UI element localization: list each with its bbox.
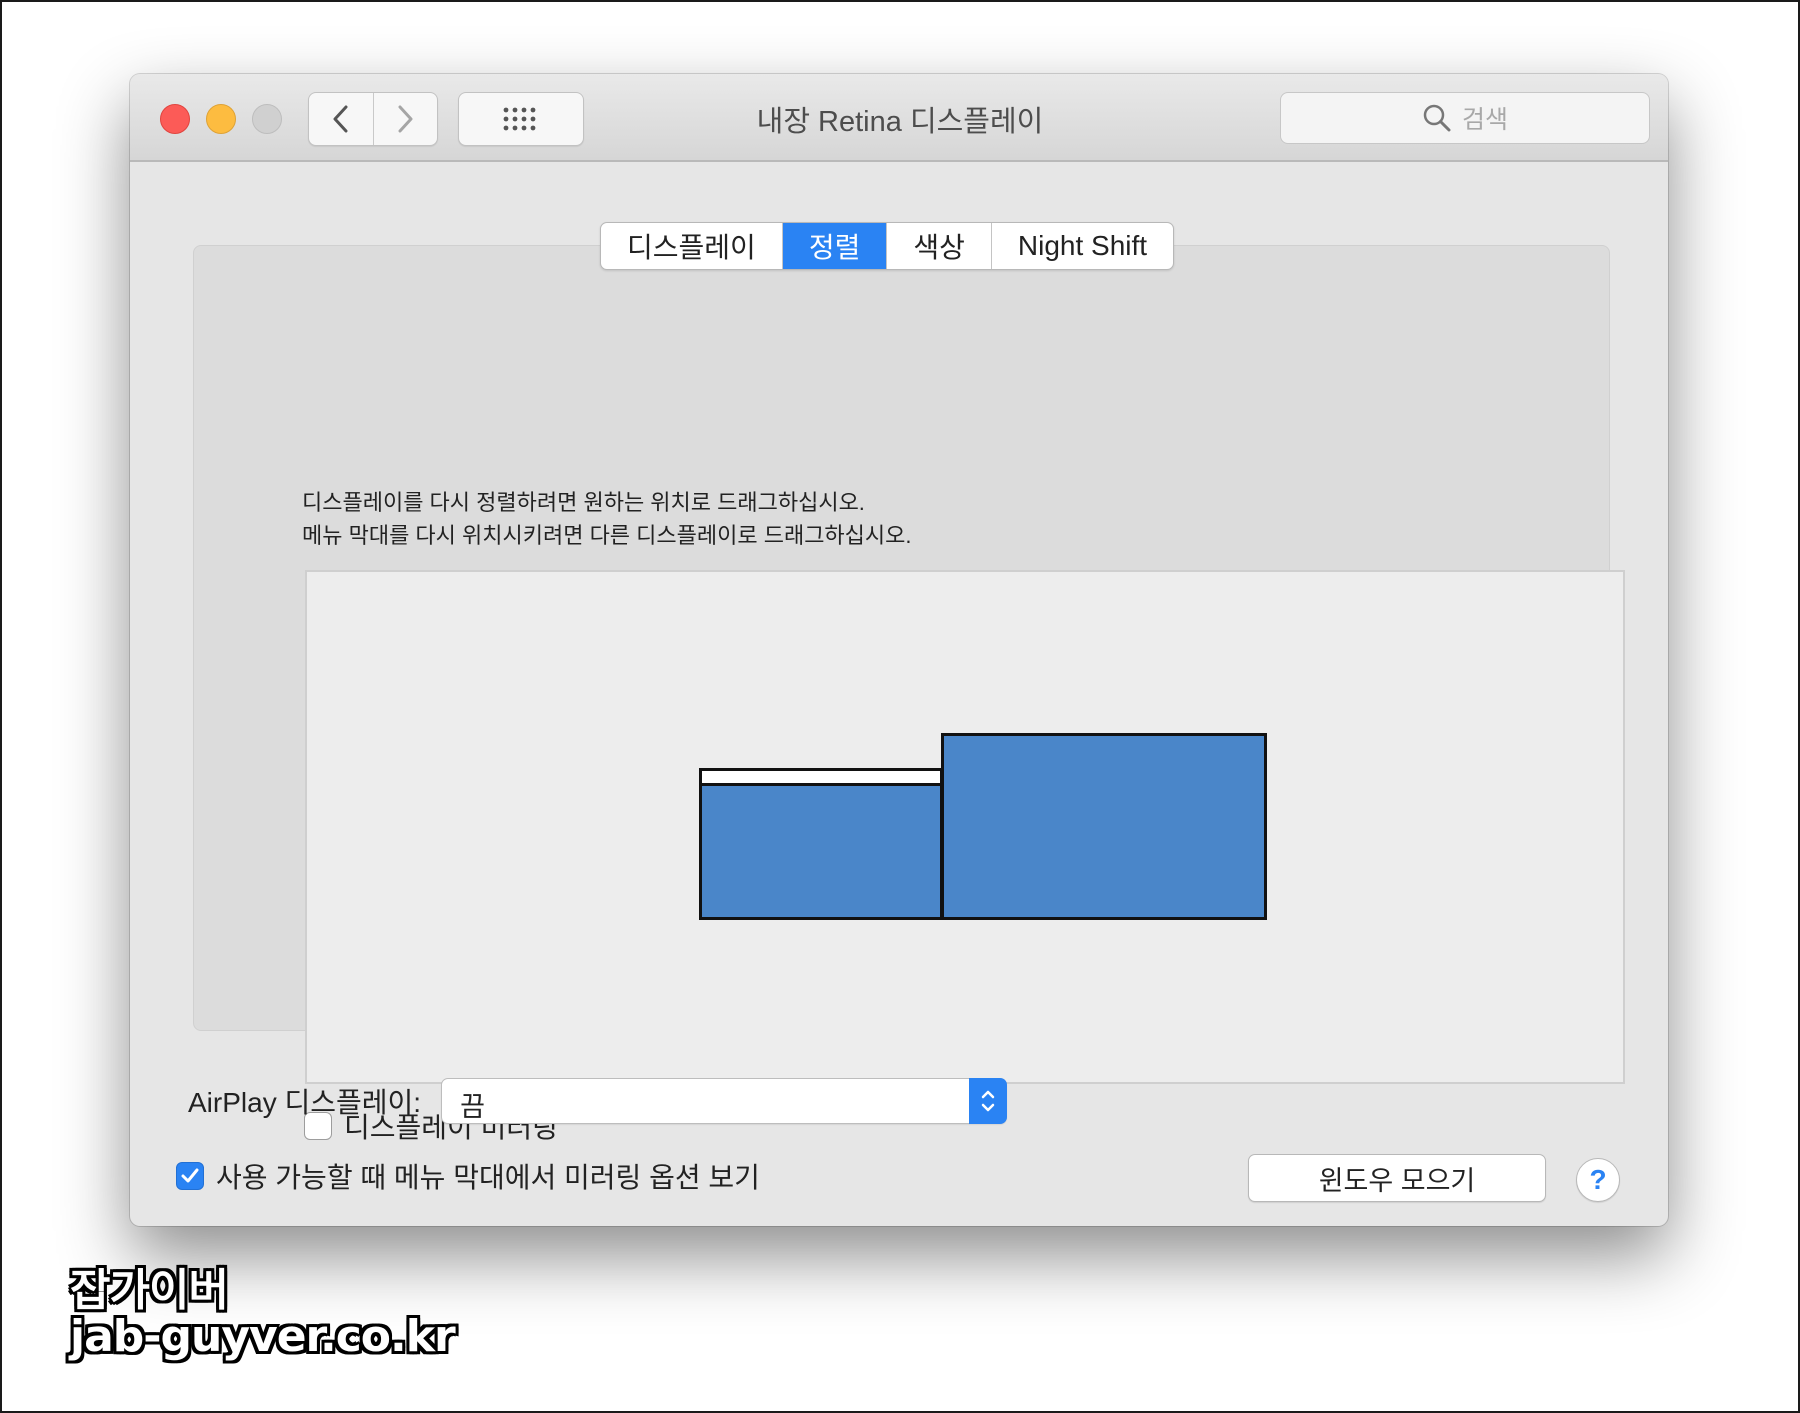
navigation-buttons — [308, 92, 438, 146]
arrangement-instructions: 디스플레이를 다시 정렬하려면 원하는 위치로 드래그하십시오. 메뉴 막대를 … — [302, 486, 912, 552]
display-external[interactable] — [941, 733, 1267, 920]
menu-bar-mirroring-label: 사용 가능할 때 메뉴 막대에서 미러링 옵션 보기 — [216, 1162, 760, 1193]
checkmark-icon — [181, 1168, 199, 1183]
watermark-url: jab-guyver.co.kr — [70, 1311, 456, 1363]
menu-bar-mirroring-option: 사용 가능할 때 메뉴 막대에서 미러링 옵션 보기 — [176, 1156, 760, 1196]
search-field[interactable]: 검색 — [1280, 92, 1650, 144]
system-preferences-window: 내장 Retina 디스플레이 검색 디스플레이를 다시 정렬하려면 원하는 위… — [130, 74, 1668, 1226]
chevron-left-icon — [333, 105, 348, 133]
watermark: 잡가이버 jab-guyver.co.kr — [70, 1265, 456, 1363]
select-stepper[interactable] — [969, 1078, 1008, 1124]
tab-arrangement[interactable]: 정렬 — [781, 223, 887, 269]
airplay-row: AirPlay 디스플레이: 끔 — [188, 1078, 1008, 1124]
tab-color[interactable]: 색상 — [886, 223, 991, 269]
chevron-right-icon — [398, 105, 413, 133]
forward-button[interactable] — [372, 93, 438, 145]
watermark-name: 잡가이버 — [70, 1265, 229, 1316]
tab-bar: 디스플레이 정렬 색상 Night Shift — [600, 222, 1175, 270]
up-down-chevron-icon — [981, 1090, 995, 1112]
airplay-select[interactable]: 끔 — [441, 1078, 1008, 1124]
menu-bar-indicator[interactable] — [702, 771, 940, 786]
display-builtin[interactable] — [699, 768, 943, 920]
show-all-button[interactable] — [458, 92, 584, 146]
window-title: 내장 Retina 디스플레이 — [756, 106, 1044, 138]
instruction-line-1: 디스플레이를 다시 정렬하려면 원하는 위치로 드래그하십시오. — [302, 490, 865, 515]
airplay-value: 끔 — [460, 1092, 485, 1122]
zoom-button — [252, 104, 282, 134]
search-placeholder: 검색 — [1461, 106, 1508, 134]
minimize-button[interactable] — [206, 104, 236, 134]
menu-bar-mirroring-checkbox[interactable] — [176, 1162, 204, 1190]
help-button[interactable]: ? — [1576, 1158, 1620, 1202]
grid-icon — [503, 107, 536, 131]
airplay-label: AirPlay 디스플레이: — [188, 1087, 422, 1118]
close-button[interactable] — [160, 104, 190, 134]
display-arrangement-area — [305, 570, 1625, 1084]
instruction-line-2: 메뉴 막대를 다시 위치시키려면 다른 디스플레이로 드래그하십시오. — [302, 523, 912, 548]
tab-content-panel: 디스플레이를 다시 정렬하려면 원하는 위치로 드래그하십시오. 메뉴 막대를 … — [193, 245, 1625, 1143]
back-button[interactable] — [309, 93, 373, 145]
title-bar: 내장 Retina 디스플레이 검색 — [130, 74, 1668, 162]
search-icon — [1423, 104, 1451, 132]
gather-windows-button[interactable]: 윈도우 모으기 — [1248, 1154, 1546, 1202]
tab-display[interactable]: 디스플레이 — [601, 223, 782, 269]
tab-night-shift[interactable]: Night Shift — [990, 223, 1173, 269]
